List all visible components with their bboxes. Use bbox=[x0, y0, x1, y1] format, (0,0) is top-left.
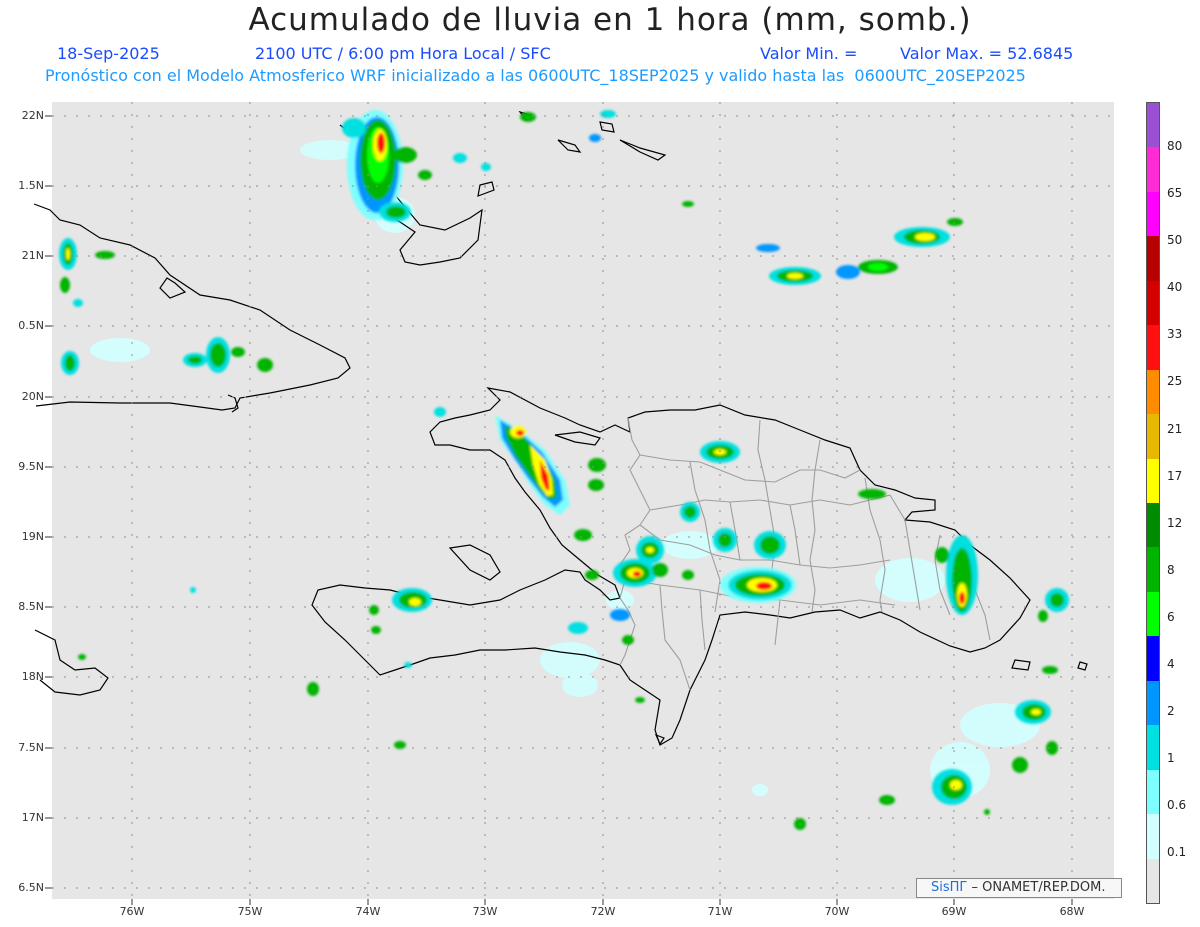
colorbar-segment bbox=[1147, 103, 1159, 148]
colorbar-label: 1 bbox=[1167, 751, 1175, 765]
precipitation-cells bbox=[59, 110, 1069, 830]
colorbar bbox=[1146, 102, 1160, 904]
lon-label: 69W bbox=[941, 905, 967, 918]
colorbar-segment bbox=[1147, 725, 1159, 770]
colorbar-label: 33 bbox=[1167, 327, 1183, 341]
colorbar-label: 6 bbox=[1167, 610, 1175, 624]
lat-label: 21N bbox=[21, 249, 44, 262]
colorbar-segment bbox=[1147, 325, 1159, 370]
credit-text: – ONAMET/REP.DOM. bbox=[967, 880, 1106, 895]
colorbar-label: 0.6 bbox=[1167, 798, 1187, 812]
colorbar-segment bbox=[1147, 147, 1159, 192]
lat-label: 8.5N bbox=[18, 600, 44, 613]
colorbar-label: 21 bbox=[1167, 422, 1183, 436]
lon-label: 72W bbox=[590, 905, 616, 918]
colorbar-label: 8 bbox=[1167, 563, 1175, 577]
colorbar-label: 4 bbox=[1167, 657, 1175, 671]
lon-label: 71W bbox=[707, 905, 733, 918]
colorbar-segment bbox=[1147, 814, 1159, 859]
colorbar-label: 17 bbox=[1167, 469, 1183, 483]
lat-label: 22N bbox=[21, 109, 44, 122]
colorbar-label: 25 bbox=[1167, 374, 1183, 388]
colorbar-segment bbox=[1147, 769, 1159, 815]
lon-label: 75W bbox=[237, 905, 263, 918]
lat-label: 0.5N bbox=[18, 319, 44, 332]
lon-label: 70W bbox=[824, 905, 850, 918]
colorbar-label: 12 bbox=[1167, 516, 1183, 530]
lat-label: 17N bbox=[21, 811, 44, 824]
lon-label: 74W bbox=[355, 905, 381, 918]
colorbar-label: 50 bbox=[1167, 233, 1183, 247]
colorbar-segment bbox=[1147, 280, 1159, 326]
colorbar-segment bbox=[1147, 191, 1159, 237]
sispi-logo-text: SisПГ bbox=[931, 880, 968, 895]
lat-label: 6.5N bbox=[18, 881, 44, 894]
colorbar-segment bbox=[1147, 369, 1159, 415]
map-overlay bbox=[33, 102, 1114, 905]
lat-label: 20N bbox=[21, 390, 44, 403]
colorbar-label: 65 bbox=[1167, 186, 1183, 200]
lat-label: 19N bbox=[21, 530, 44, 543]
colorbar-segment bbox=[1147, 636, 1159, 681]
lat-label: 7.5N bbox=[18, 741, 44, 754]
colorbar-segment bbox=[1147, 414, 1159, 459]
lon-label: 68W bbox=[1059, 905, 1085, 918]
lon-label: 76W bbox=[119, 905, 145, 918]
colorbar-segment bbox=[1147, 458, 1159, 503]
colorbar-label: 80 bbox=[1167, 139, 1183, 153]
colorbar-label: 2 bbox=[1167, 704, 1175, 718]
colorbar-segment bbox=[1147, 858, 1159, 903]
colorbar-segment bbox=[1147, 547, 1159, 592]
colorbar-segment bbox=[1147, 503, 1159, 548]
colorbar-segment bbox=[1147, 236, 1159, 281]
credit-box: SisПГ – ONAMET/REP.DOM. bbox=[916, 878, 1122, 898]
lat-label: 9.5N bbox=[18, 460, 44, 473]
lon-label: 73W bbox=[472, 905, 498, 918]
lat-label: 1.5N bbox=[18, 179, 44, 192]
colorbar-label: 40 bbox=[1167, 280, 1183, 294]
colorbar-segment bbox=[1147, 680, 1159, 726]
colorbar-segment bbox=[1147, 591, 1159, 637]
lat-label: 18N bbox=[21, 670, 44, 683]
colorbar-label: 0.1 bbox=[1167, 845, 1187, 859]
